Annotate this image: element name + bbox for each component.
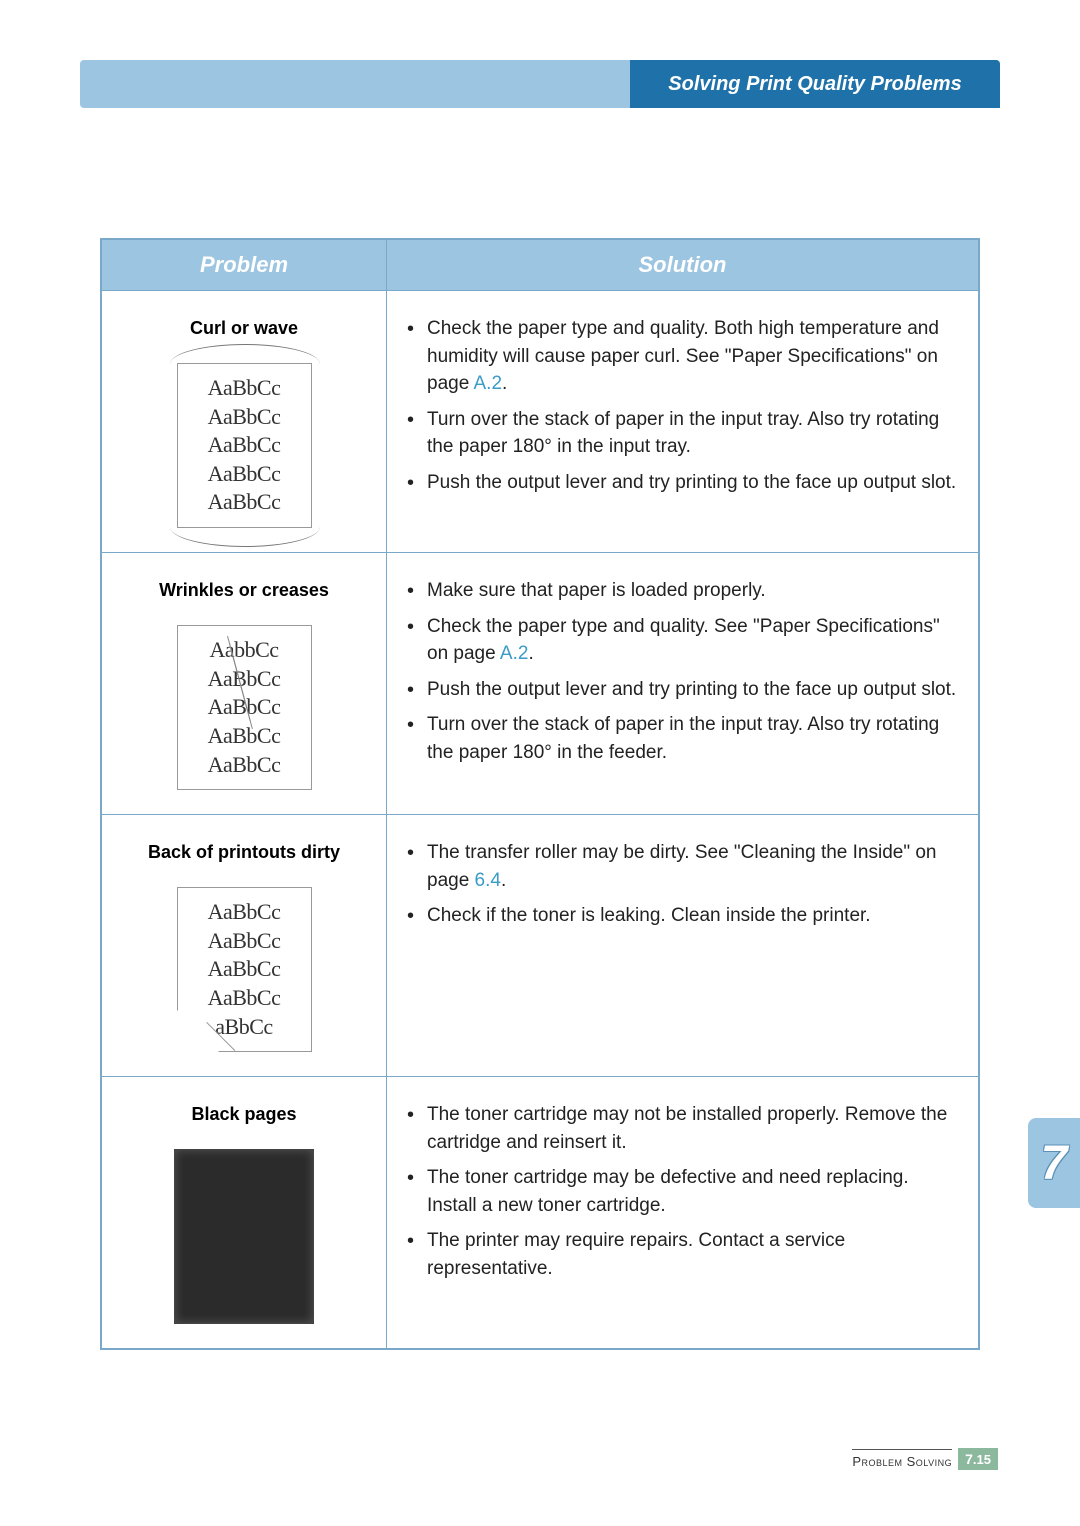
footer-section-label: Problem Solving bbox=[852, 1449, 952, 1469]
list-item: Make sure that paper is loaded properly. bbox=[407, 577, 958, 605]
problem-title: Wrinkles or creases bbox=[112, 577, 376, 603]
list-item: Push the output lever and try printing t… bbox=[407, 676, 958, 704]
chapter-number: 7 bbox=[1041, 1136, 1068, 1191]
column-header-solution: Solution bbox=[387, 240, 979, 291]
sample-wrinkle-icon: AabbCc AaBbCc AaBbCc AaBbCc AaBbCc bbox=[177, 625, 312, 790]
list-item: The printer may require repairs. Contact… bbox=[407, 1227, 958, 1282]
column-header-problem: Problem bbox=[102, 240, 387, 291]
table-row: Black pages The toner cartridge may not … bbox=[102, 1077, 979, 1349]
page-ref-link[interactable]: A.2 bbox=[500, 643, 529, 664]
list-item: Check if the toner is leaking. Clean ins… bbox=[407, 902, 958, 930]
troubleshooting-table: Problem Solution Curl or wave AaBbCc AaB… bbox=[100, 238, 980, 1350]
sample-curl-icon: AaBbCc AaBbCc AaBbCc AaBbCc AaBbCc bbox=[177, 363, 312, 528]
solution-list: Check the paper type and quality. Both h… bbox=[407, 315, 958, 496]
table-row: Back of printouts dirty AaBbCc AaBbCc Aa… bbox=[102, 815, 979, 1077]
list-item: Turn over the stack of paper in the inpu… bbox=[407, 406, 958, 461]
section-title: Solving Print Quality Problems bbox=[668, 73, 961, 96]
sample-blackpage-icon bbox=[174, 1149, 314, 1324]
solution-list: The transfer roller may be dirty. See "C… bbox=[407, 839, 958, 930]
page-footer: Problem Solving 7.15 bbox=[852, 1448, 998, 1470]
page-ref-link[interactable]: A.2 bbox=[474, 373, 503, 394]
footer-page-badge: 7.15 bbox=[958, 1448, 998, 1470]
list-item: Turn over the stack of paper in the inpu… bbox=[407, 711, 958, 766]
section-title-tab: Solving Print Quality Problems bbox=[630, 60, 1000, 108]
list-item: The toner cartridge may not be installed… bbox=[407, 1101, 958, 1156]
table-row: Wrinkles or creases AabbCc AaBbCc AaBbCc… bbox=[102, 553, 979, 815]
problem-title: Curl or wave bbox=[112, 315, 376, 341]
page-header-bar: Solving Print Quality Problems bbox=[80, 60, 1000, 108]
page-ref-link[interactable]: 6.4 bbox=[475, 870, 501, 891]
list-item: Check the paper type and quality. See "P… bbox=[407, 613, 958, 668]
problem-title: Back of printouts dirty bbox=[112, 839, 376, 865]
table-row: Curl or wave AaBbCc AaBbCc AaBbCc AaBbCc… bbox=[102, 291, 979, 553]
problem-title: Black pages bbox=[112, 1101, 376, 1127]
list-item: The toner cartridge may be defective and… bbox=[407, 1164, 958, 1219]
list-item: The transfer roller may be dirty. See "C… bbox=[407, 839, 958, 894]
list-item: Check the paper type and quality. Both h… bbox=[407, 315, 958, 398]
sample-dirtyback-icon: AaBbCc AaBbCc AaBbCc AaBbCc aBbCc bbox=[177, 887, 312, 1052]
chapter-side-tab: 7 bbox=[1028, 1118, 1080, 1208]
solution-list: Make sure that paper is loaded properly.… bbox=[407, 577, 958, 766]
solution-list: The toner cartridge may not be installed… bbox=[407, 1101, 958, 1282]
list-item: Push the output lever and try printing t… bbox=[407, 469, 958, 497]
